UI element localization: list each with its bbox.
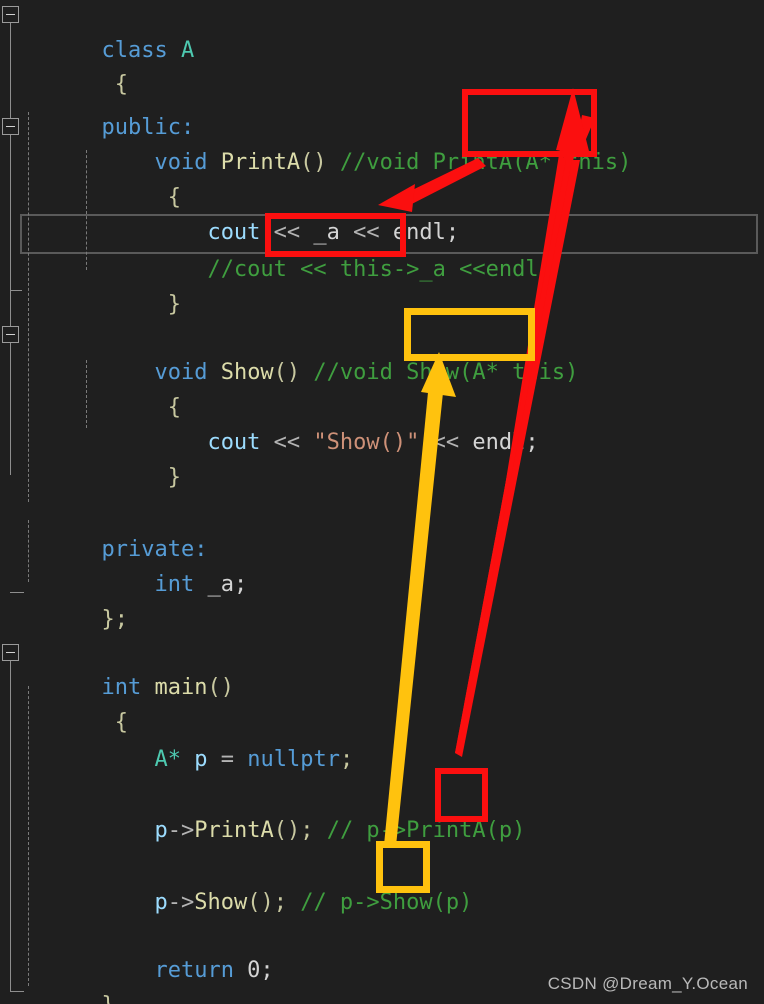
code-line-17: }; <box>22 566 128 632</box>
token-brace: } <box>101 465 181 490</box>
code-line-12: cout << "Show()" << endl; <box>22 389 538 455</box>
token-brace: } <box>101 993 114 1004</box>
token-fn-printa: PrintA <box>194 818 274 843</box>
token-var-p: p <box>180 747 221 772</box>
token-fn-show: Show <box>207 360 274 385</box>
code-line-2: { <box>22 31 128 97</box>
token-parens: () <box>273 360 301 385</box>
fold-toggle-class-a[interactable] <box>2 6 19 23</box>
token-type: A <box>167 38 195 63</box>
token-endl: endl; <box>472 430 539 455</box>
token-brace: } <box>101 292 181 317</box>
code-line-1: class A <box>22 0 194 63</box>
watermark: CSDN @Dream_Y.Ocean <box>547 974 748 993</box>
token-semicolon: ; <box>339 747 354 772</box>
code-line-25: p->Show(); // p->Show(p) <box>22 849 472 915</box>
fold-guide-printa <box>10 135 11 475</box>
code-line-4: void PrintA() //void PrintA(A* this) <box>22 109 631 175</box>
token-comment-printa-p: // p->PrintA(p) <box>313 818 526 843</box>
code-line-6: cout << _a << endl; <box>22 179 459 245</box>
code-line-19: int main() <box>22 634 233 700</box>
token-var-p: p <box>101 890 168 915</box>
code-line-13: } <box>22 424 181 490</box>
fold-end-printa <box>10 290 22 291</box>
token-comment-printa-this: //void PrintA(A* this) <box>326 150 632 175</box>
code-line-5: { <box>22 144 181 210</box>
token-call-end: (); <box>273 818 314 843</box>
fold-toggle-show[interactable] <box>2 326 19 343</box>
token-comment-show-p: // p->Show(p) <box>286 890 473 915</box>
token-arrow: -> <box>167 890 195 915</box>
code-line-16: int _a; <box>22 531 247 597</box>
token-number-zero: 0; <box>233 958 274 983</box>
token-arrow: -> <box>167 818 195 843</box>
token-fn-printa: PrintA <box>207 150 301 175</box>
token-shift: << <box>419 430 473 455</box>
token-member-a: _a; <box>194 572 248 597</box>
token-keyword-return: return <box>101 958 234 983</box>
token-string: "Show()" <box>313 430 420 455</box>
token-assign: = <box>220 747 248 772</box>
code-line-8: } <box>22 251 181 317</box>
token-parens: () <box>207 675 234 700</box>
screenshot-root: class A { public: void PrintA() //void P… <box>0 0 764 1004</box>
code-line-10: void Show() //void Show(A* this) <box>22 319 578 385</box>
fold-guide-main <box>10 661 11 991</box>
token-fn-main: main <box>141 675 208 700</box>
code-line-20: { <box>22 669 128 735</box>
token-type-aptr: A* <box>101 747 181 772</box>
code-line-27: return 0; <box>22 917 273 983</box>
code-line-28: } <box>22 952 114 1004</box>
token-call-end: (); <box>247 890 287 915</box>
code-line-21: A* p = nullptr; <box>22 706 353 772</box>
token-fn-show: Show <box>194 890 248 915</box>
fold-toggle-main[interactable] <box>2 644 19 661</box>
code-line-15: private: <box>22 496 207 562</box>
code-line-11: { <box>22 354 181 420</box>
token-nullptr: nullptr <box>247 747 340 772</box>
code-editor[interactable]: class A { public: void PrintA() //void P… <box>0 0 764 1004</box>
token-shift: << <box>260 430 314 455</box>
code-line-23: p->PrintA(); // p->PrintA(p) <box>22 777 525 843</box>
token-class-end: }; <box>101 607 128 632</box>
code-line-3: public: <box>22 74 194 140</box>
code-line-7: //cout << this->_a <<endl; <box>22 216 551 282</box>
fold-toggle-printa[interactable] <box>2 118 19 135</box>
token-var-p: p <box>101 818 168 843</box>
token-comment-show-this: //void Show(A* this) <box>300 360 579 385</box>
fold-guide-class-a <box>10 23 11 120</box>
token-parens: () <box>300 150 327 175</box>
